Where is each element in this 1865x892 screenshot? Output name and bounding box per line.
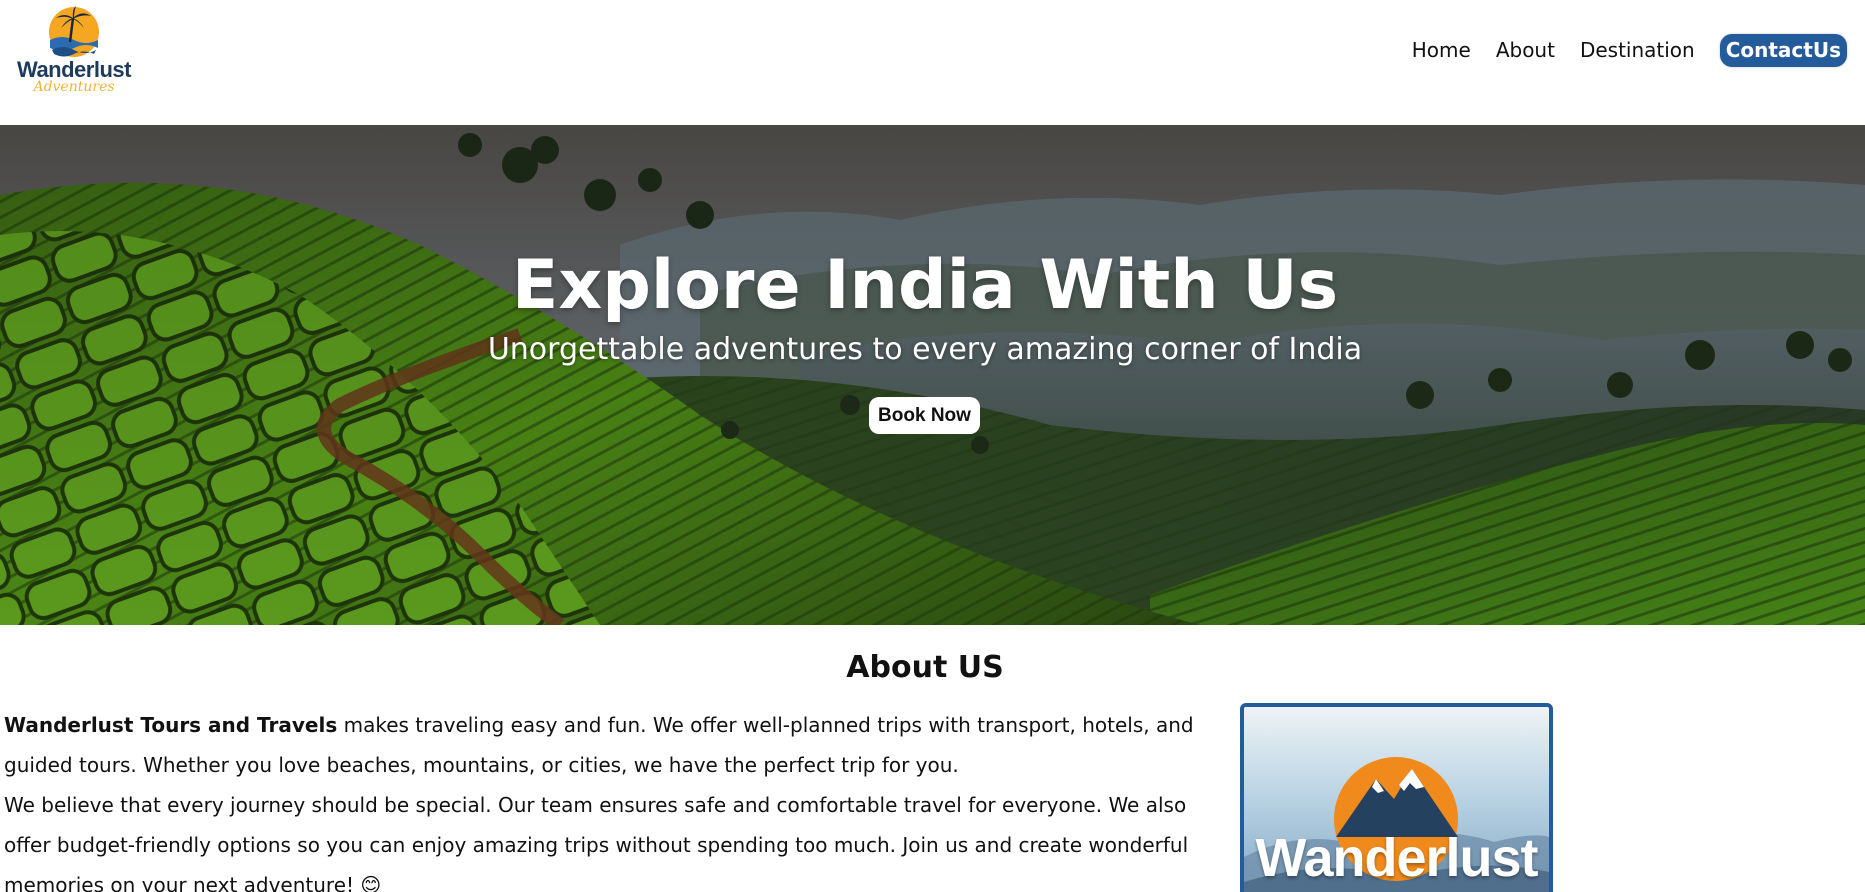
hero-content: Explore India With Us Unorgettable adven… xyxy=(0,125,1865,625)
company-name: Wanderlust Tours and Travels xyxy=(4,713,338,737)
logo-subtitle: Adventures xyxy=(33,79,115,95)
nav-destination-link[interactable]: Destination xyxy=(1580,33,1695,67)
nav-about-link[interactable]: About xyxy=(1496,33,1555,67)
about-paragraph-2: We believe that every journey should be … xyxy=(4,793,1189,892)
main-nav: Home About Destination ContactUs xyxy=(1387,33,1847,67)
nav-contact-button[interactable]: ContactUs xyxy=(1719,33,1847,67)
about-heading: About US xyxy=(846,650,1004,685)
card-brand-word: Wanderlust xyxy=(1255,828,1538,888)
hero-subtitle: Unorgettable adventures to every amazing… xyxy=(487,332,1363,367)
brand-logo[interactable]: Wanderlust Adventures xyxy=(14,4,134,96)
about-image-card: Wanderlust xyxy=(1240,703,1553,892)
site-header: Wanderlust Adventures Home About Destina… xyxy=(0,0,1865,125)
nav-home-link[interactable]: Home xyxy=(1412,33,1471,67)
hero-banner: Explore India With Us Unorgettable adven… xyxy=(0,125,1865,625)
hero-title: Explore India With Us xyxy=(511,246,1339,325)
book-now-button[interactable]: Book Now xyxy=(869,397,980,434)
about-paragraph-1: Wanderlust Tours and Travels makes trave… xyxy=(4,705,1204,785)
about-description: Wanderlust Tours and Travels makes trave… xyxy=(4,705,1204,892)
